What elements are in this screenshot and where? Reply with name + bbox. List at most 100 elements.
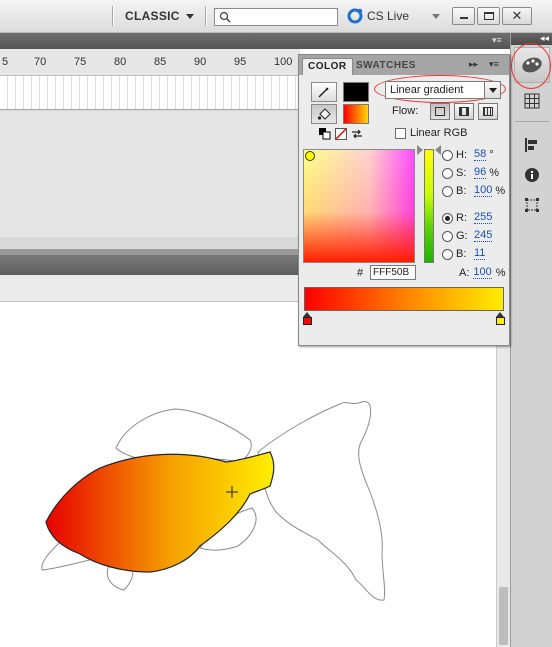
ruler-tick: 85	[154, 56, 167, 68]
green-value[interactable]: 245	[474, 230, 493, 242]
application-bar: CLASSIC CS Live ✕	[0, 0, 552, 33]
picker-marker[interactable]	[305, 151, 315, 161]
flow-extend-icon	[435, 107, 445, 116]
hue-slider-left-handle[interactable]	[417, 145, 423, 155]
workspace-switcher[interactable]: CLASSIC	[125, 9, 194, 23]
flow-reflect-icon	[459, 107, 469, 116]
brightness-radio[interactable]	[442, 185, 453, 197]
swatches-panel-button[interactable]	[521, 90, 543, 112]
saturation-radio[interactable]	[442, 167, 453, 179]
black-white-icon[interactable]	[319, 128, 331, 140]
paint-bucket-icon	[317, 108, 331, 120]
stroke-color-button[interactable]	[311, 82, 337, 102]
timeline-panel: 5 70 75 80 85 90 95 100	[0, 49, 300, 249]
flow-extend-button[interactable]	[430, 103, 450, 120]
transform-icon	[525, 198, 539, 212]
color-type-value: Linear gradient	[390, 84, 464, 96]
search-icon	[219, 11, 231, 23]
green-param: G: 245	[442, 230, 493, 242]
toolbar-separator	[112, 6, 113, 26]
vertical-scrollbar[interactable]	[496, 302, 510, 647]
ruler-tick: 100	[274, 56, 293, 68]
ruler-tick: 80	[114, 56, 127, 68]
saturation-unit: %	[489, 167, 500, 179]
flow-reflect-button[interactable]	[454, 103, 474, 120]
alpha-param: A: 100 %	[459, 267, 506, 279]
chevron-down-icon	[185, 13, 194, 19]
green-radio[interactable]	[442, 230, 453, 242]
highlight-annotation	[511, 43, 551, 89]
hue-label: H:	[456, 149, 467, 161]
info-panel-button[interactable]	[521, 164, 543, 186]
minimize-button[interactable]	[452, 7, 475, 25]
linear-rgb-option[interactable]: Linear RGB	[395, 127, 467, 139]
brightness-param: B: 100 %	[442, 185, 505, 197]
workspace-label: CLASSIC	[125, 9, 180, 23]
linear-rgb-checkbox[interactable]	[395, 127, 406, 139]
transform-panel-button[interactable]	[521, 194, 543, 216]
red-label: R:	[456, 212, 467, 224]
red-radio[interactable]	[442, 212, 453, 224]
red-value[interactable]: 255	[474, 212, 493, 224]
maximize-button[interactable]	[477, 7, 500, 25]
cs-live-button[interactable]: CS Live	[347, 8, 409, 24]
saturation-value[interactable]: 96	[474, 167, 487, 179]
close-icon: ✕	[511, 8, 523, 23]
saturation-label: S:	[456, 167, 467, 179]
swatches-grid-icon	[524, 93, 540, 109]
blue-radio[interactable]	[442, 248, 453, 260]
color-panel-tabbar: COLOR SWATCHES ▸▸ ▾≡	[299, 55, 509, 75]
gradient-definition-bar[interactable]	[304, 287, 504, 311]
hue-value[interactable]: 58	[474, 149, 487, 161]
cs-live-label: CS Live	[367, 9, 410, 23]
timeline-panel-header: ▾≡	[0, 33, 510, 49]
info-icon	[525, 168, 539, 182]
scrollbar-thumb[interactable]	[499, 587, 508, 645]
flow-label: Flow:	[392, 105, 419, 117]
stroke-color-swatch[interactable]	[343, 82, 369, 102]
ruler-tick: 70	[34, 56, 47, 68]
timeline-frames[interactable]	[0, 76, 300, 110]
hue-param: H: 58 °	[442, 149, 494, 161]
collapse-arrows-icon[interactable]: ▸▸	[469, 59, 478, 70]
gradient-stop-color	[303, 317, 312, 325]
frame-ruler[interactable]: 5 70 75 80 85 90 95 100	[0, 49, 300, 76]
align-panel-button[interactable]	[521, 134, 543, 156]
flow-repeat-button[interactable]	[478, 103, 498, 120]
ruler-tick: 90	[194, 56, 207, 68]
blue-value[interactable]: 11	[474, 248, 486, 260]
fill-color-swatch[interactable]	[343, 104, 369, 124]
blue-param: B: 11	[442, 248, 486, 260]
tab-color[interactable]: COLOR	[302, 58, 353, 75]
hex-color-input[interactable]: FFF50B	[370, 265, 416, 280]
timeline-layer-area[interactable]	[0, 111, 300, 237]
alpha-value[interactable]: 100	[473, 267, 492, 279]
panel-menu-icon[interactable]: ▾≡	[492, 35, 502, 46]
gradient-stop-end[interactable]	[496, 312, 505, 326]
help-search-input[interactable]	[214, 8, 338, 26]
linear-rgb-label: Linear RGB	[410, 127, 468, 139]
panel-menu-icon[interactable]: ▾≡	[489, 59, 503, 70]
hue-radio[interactable]	[442, 149, 453, 161]
fill-color-button[interactable]	[311, 104, 337, 124]
close-button[interactable]: ✕	[502, 7, 532, 25]
no-color-icon[interactable]	[335, 128, 347, 140]
pencil-icon	[318, 87, 329, 98]
blue-label: B:	[456, 248, 467, 260]
color-panel: COLOR SWATCHES ▸▸ ▾≡ Linear gradient Flo…	[298, 54, 510, 346]
brightness-value[interactable]: 100	[474, 185, 493, 197]
tab-swatches[interactable]: SWATCHES	[351, 58, 421, 75]
color-type-select[interactable]: Linear gradient	[385, 81, 501, 99]
chevron-down-icon[interactable]	[432, 14, 440, 19]
hue-slider-right-handle[interactable]	[435, 145, 441, 155]
hue-slider[interactable]	[424, 149, 434, 263]
brightness-label: B:	[456, 185, 467, 197]
color-picker-field[interactable]	[303, 149, 415, 263]
swap-colors-icon[interactable]	[351, 128, 363, 140]
alpha-unit: %	[495, 267, 506, 279]
green-label: G:	[456, 230, 468, 242]
goldfish-drawing[interactable]	[0, 302, 496, 647]
minimize-icon	[460, 17, 468, 19]
toolbar-separator	[205, 6, 206, 26]
gradient-stop-start[interactable]	[303, 312, 312, 326]
